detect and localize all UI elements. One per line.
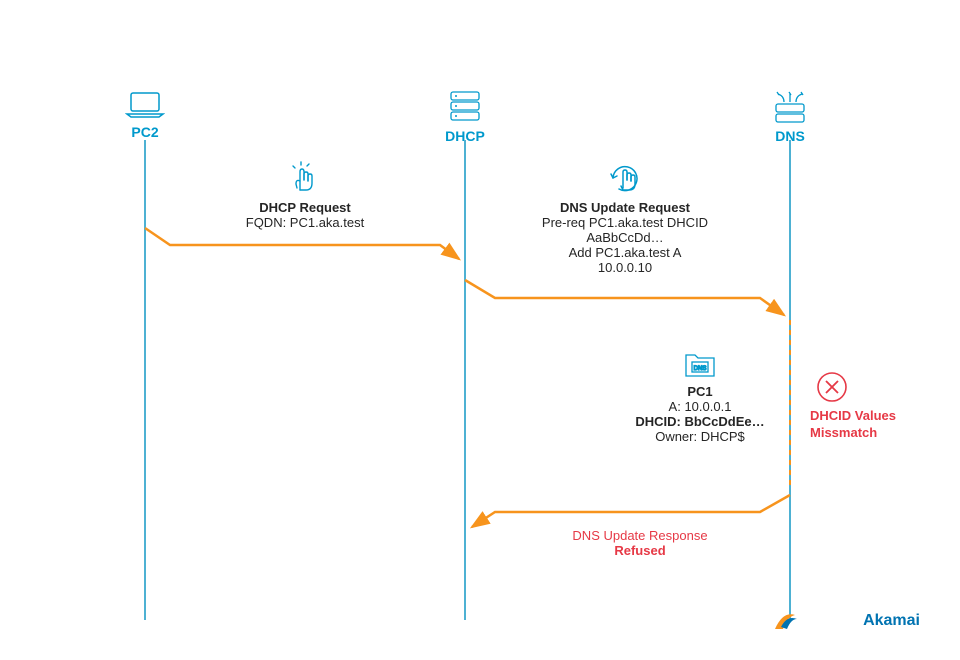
msg-title: DNS Update Response [540, 528, 740, 543]
brand-text: Akamai [863, 612, 920, 629]
diagram-canvas: PC2 DHCP DNS [0, 0, 960, 660]
msg-dns-update-response: DNS Update Response Refused [540, 528, 740, 558]
arrow-dns-update-response [0, 0, 960, 660]
akamai-icon [773, 607, 863, 635]
brand-logo: Akamai [773, 607, 920, 640]
msg-status: Refused [540, 543, 740, 558]
